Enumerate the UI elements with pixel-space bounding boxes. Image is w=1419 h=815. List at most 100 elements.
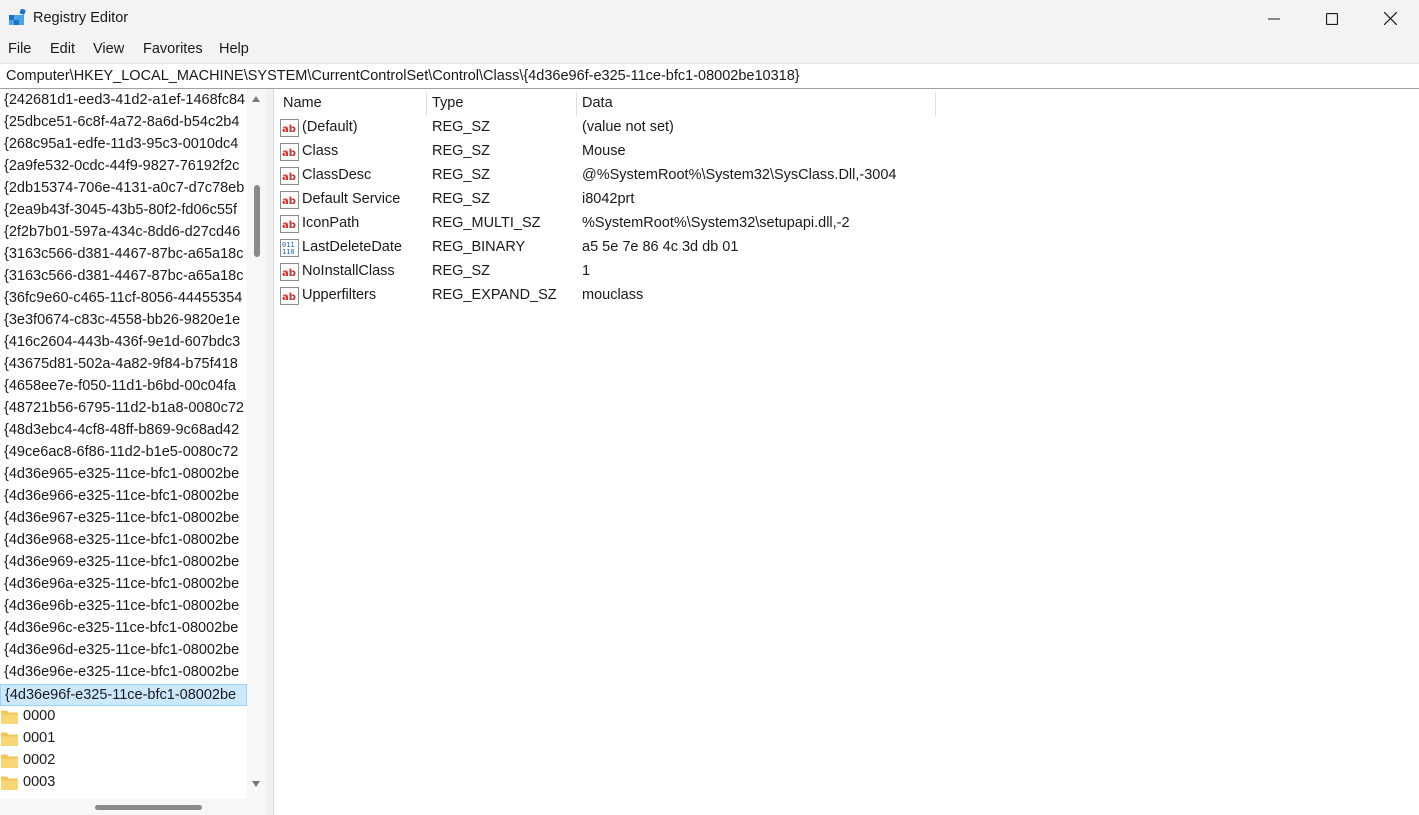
menu-file[interactable]: File bbox=[8, 41, 31, 57]
column-divider[interactable] bbox=[935, 91, 936, 116]
values-list[interactable]: Name Type Data ab (Default) REG_SZ (value n… bbox=[275, 89, 1419, 815]
scroll-up-icon[interactable] bbox=[251, 95, 261, 103]
tree-subkey-item[interactable]: 0000 bbox=[0, 706, 247, 728]
svg-text:ab: ab bbox=[282, 124, 296, 135]
column-header-name[interactable]: Name bbox=[283, 95, 322, 117]
window-title: Registry Editor bbox=[33, 10, 129, 26]
tree-item-label: {4d36e968-e325-11ce-bfc1-08002be bbox=[4, 532, 240, 548]
value-name: ClassDesc bbox=[302, 167, 372, 183]
tree-subkey-item[interactable]: 0003 bbox=[0, 772, 247, 794]
tree-item[interactable]: {4d36e965-e325-11ce-bfc1-08002be bbox=[0, 464, 247, 486]
tree-item[interactable]: {48d3ebc4-4cf8-48ff-b869-9c68ad42 bbox=[0, 420, 247, 442]
tree-item[interactable]: {2a9fe532-0cdc-44f9-9827-76192f2c bbox=[0, 156, 247, 178]
menu-edit[interactable]: Edit bbox=[50, 41, 75, 57]
tree-item[interactable]: {4d36e96e-e325-11ce-bfc1-08002be bbox=[0, 662, 247, 684]
value-row[interactable]: ab Default Service REG_SZ i8042prt bbox=[275, 188, 1419, 212]
folder-icon bbox=[1, 710, 18, 724]
tree-item-label: {48d3ebc4-4cf8-48ff-b869-9c68ad42 bbox=[4, 422, 240, 438]
tree-item[interactable]: {268c95a1-edfe-11d3-95c3-0010dc4 bbox=[0, 134, 247, 156]
tree-item[interactable]: {2db15374-706e-4131-a0c7-d7c78eb bbox=[0, 178, 247, 200]
tree-vertical-scrollbar[interactable] bbox=[247, 89, 266, 799]
value-row[interactable]: ab ClassDesc REG_SZ @%SystemRoot%\System32\… bbox=[275, 164, 1419, 188]
menu-help[interactable]: Help bbox=[219, 41, 249, 57]
value-row[interactable]: ab (Default) REG_SZ (value not set) bbox=[275, 116, 1419, 140]
svg-text:110: 110 bbox=[282, 248, 295, 256]
tree-item[interactable]: {4658ee7e-f050-11d1-b6bd-00c04fa bbox=[0, 376, 247, 398]
svg-text:ab: ab bbox=[282, 196, 296, 207]
value-name: Class bbox=[302, 143, 339, 159]
key-tree[interactable]: {242681d1-eed3-41d2-a1ef-1468fc84 {25dbce… bbox=[0, 89, 247, 799]
column-header-data[interactable]: Data bbox=[582, 95, 613, 117]
tree-item[interactable]: {48721b56-6795-11d2-b1a8-0080c72 bbox=[0, 398, 247, 420]
tree-item-label: {3163c566-d381-4467-87bc-a65a18c bbox=[4, 246, 244, 262]
tree-item-label: {3163c566-d381-4467-87bc-a65a18c bbox=[4, 268, 244, 284]
column-header-type[interactable]: Type bbox=[432, 95, 463, 117]
pane-splitter[interactable] bbox=[266, 89, 274, 815]
menu-bar: File Edit View Favorites Help bbox=[0, 37, 1419, 63]
tree-item[interactable]: {4d36e968-e325-11ce-bfc1-08002be bbox=[0, 530, 247, 552]
tree-item-selected[interactable]: {4d36e96f-e325-11ce-bfc1-08002be bbox=[0, 684, 247, 706]
tree-item[interactable]: {2f2b7b01-597a-434c-8dd6-d27cd46 bbox=[0, 222, 247, 244]
tree-item[interactable]: {3163c566-d381-4467-87bc-a65a18c bbox=[0, 244, 247, 266]
minimize-button[interactable] bbox=[1245, 0, 1303, 37]
tree-item[interactable]: {242681d1-eed3-41d2-a1ef-1468fc84 bbox=[0, 90, 247, 112]
tree-item[interactable]: {4d36e967-e325-11ce-bfc1-08002be bbox=[0, 508, 247, 530]
tree-item[interactable]: {4d36e96a-e325-11ce-bfc1-08002be bbox=[0, 574, 247, 596]
value-row[interactable]: 011 110 LastDeleteDate REG_BINARY a5 5e 7e 8… bbox=[275, 236, 1419, 260]
tree-item-label: {4d36e96b-e325-11ce-bfc1-08002be bbox=[4, 598, 240, 614]
menu-favorites[interactable]: Favorites bbox=[143, 41, 203, 57]
close-button[interactable] bbox=[1361, 0, 1419, 37]
tree-item[interactable]: {3163c566-d381-4467-87bc-a65a18c bbox=[0, 266, 247, 288]
binary-value-icon: 011110 bbox=[280, 239, 299, 257]
value-name: LastDeleteDate bbox=[302, 239, 402, 255]
address-bar[interactable]: Computer\HKEY_LOCAL_MACHINE\SYSTEM\Curre… bbox=[0, 63, 1419, 89]
tree-item-label: {2f2b7b01-597a-434c-8dd6-d27cd46 bbox=[4, 224, 241, 240]
tree-item[interactable]: {416c2604-443b-436f-9e1d-607bdc3 bbox=[0, 332, 247, 354]
value-data: 1 bbox=[582, 263, 591, 279]
value-data: %SystemRoot%\System32\setupapi.dll,-2 bbox=[582, 215, 850, 231]
string-value-icon: ab bbox=[280, 215, 299, 233]
tree-item-label: {36fc9e60-c465-11cf-8056-44455354 bbox=[4, 290, 243, 306]
tree-item[interactable]: {49ce6ac8-6f86-11d2-b1e5-0080c72 bbox=[0, 442, 247, 464]
menu-view[interactable]: View bbox=[93, 41, 124, 57]
value-row[interactable]: ab Upperfilters REG_EXPAND_SZ mouclass bbox=[275, 284, 1419, 308]
title-bar: Registry Editor bbox=[0, 0, 1419, 37]
tree-subkey-item[interactable]: 0001 bbox=[0, 728, 247, 750]
tree-item-label: 0002 bbox=[23, 752, 56, 768]
tree-item[interactable]: {3e3f0674-c83c-4558-bb26-9820e1e bbox=[0, 310, 247, 332]
tree-item[interactable]: {25dbce51-6c8f-4a72-8a6d-b54c2b4 bbox=[0, 112, 247, 134]
column-divider[interactable] bbox=[426, 91, 427, 116]
value-row[interactable]: ab IconPath REG_MULTI_SZ %SystemRoot%\Syste… bbox=[275, 212, 1419, 236]
folder-icon bbox=[1, 754, 18, 768]
tree-item[interactable]: {4d36e96c-e325-11ce-bfc1-08002be bbox=[0, 618, 247, 640]
tree-item[interactable]: {4d36e96d-e325-11ce-bfc1-08002be bbox=[0, 640, 247, 662]
value-data: (value not set) bbox=[582, 119, 674, 135]
string-value-icon: ab bbox=[280, 167, 299, 185]
tree-item[interactable]: {4d36e96b-e325-11ce-bfc1-08002be bbox=[0, 596, 247, 618]
tree-item[interactable]: {4d36e966-e325-11ce-bfc1-08002be bbox=[0, 486, 247, 508]
tree-item-label: {2a9fe532-0cdc-44f9-9827-76192f2c bbox=[4, 158, 240, 174]
tree-item-label: {242681d1-eed3-41d2-a1ef-1468fc84 bbox=[4, 92, 246, 108]
column-divider[interactable] bbox=[576, 91, 577, 116]
tree-horizontal-scrollbar[interactable] bbox=[0, 799, 266, 815]
maximize-button[interactable] bbox=[1303, 0, 1361, 37]
svg-text:ab: ab bbox=[282, 268, 296, 279]
value-name: NoInstallClass bbox=[302, 263, 395, 279]
maximize-icon bbox=[1326, 12, 1338, 25]
vertical-scroll-thumb[interactable] bbox=[254, 185, 260, 257]
tree-item[interactable]: {43675d81-502a-4a82-9f84-b75f418 bbox=[0, 354, 247, 376]
tree-item[interactable]: {2ea9b43f-3045-43b5-80f2-fd06c55f bbox=[0, 200, 247, 222]
value-name: Upperfilters bbox=[302, 287, 377, 303]
value-name: (Default) bbox=[302, 119, 358, 135]
horizontal-scroll-thumb[interactable] bbox=[95, 805, 202, 810]
value-row[interactable]: ab Class REG_SZ Mouse bbox=[275, 140, 1419, 164]
string-value-icon: ab bbox=[280, 143, 299, 161]
tree-item[interactable]: {4d36e969-e325-11ce-bfc1-08002be bbox=[0, 552, 247, 574]
tree-item[interactable]: {36fc9e60-c465-11cf-8056-44455354 bbox=[0, 288, 247, 310]
value-row[interactable]: ab NoInstallClass REG_SZ 1 bbox=[275, 260, 1419, 284]
scroll-down-icon[interactable] bbox=[251, 780, 261, 788]
tree-item-label: {3e3f0674-c83c-4558-bb26-9820e1e bbox=[4, 312, 241, 328]
tree-subkey-item[interactable]: 0002 bbox=[0, 750, 247, 772]
address-path[interactable]: Computer\HKEY_LOCAL_MACHINE\SYSTEM\Curre… bbox=[6, 68, 800, 84]
tree-item-label: {4d36e969-e325-11ce-bfc1-08002be bbox=[4, 554, 240, 570]
